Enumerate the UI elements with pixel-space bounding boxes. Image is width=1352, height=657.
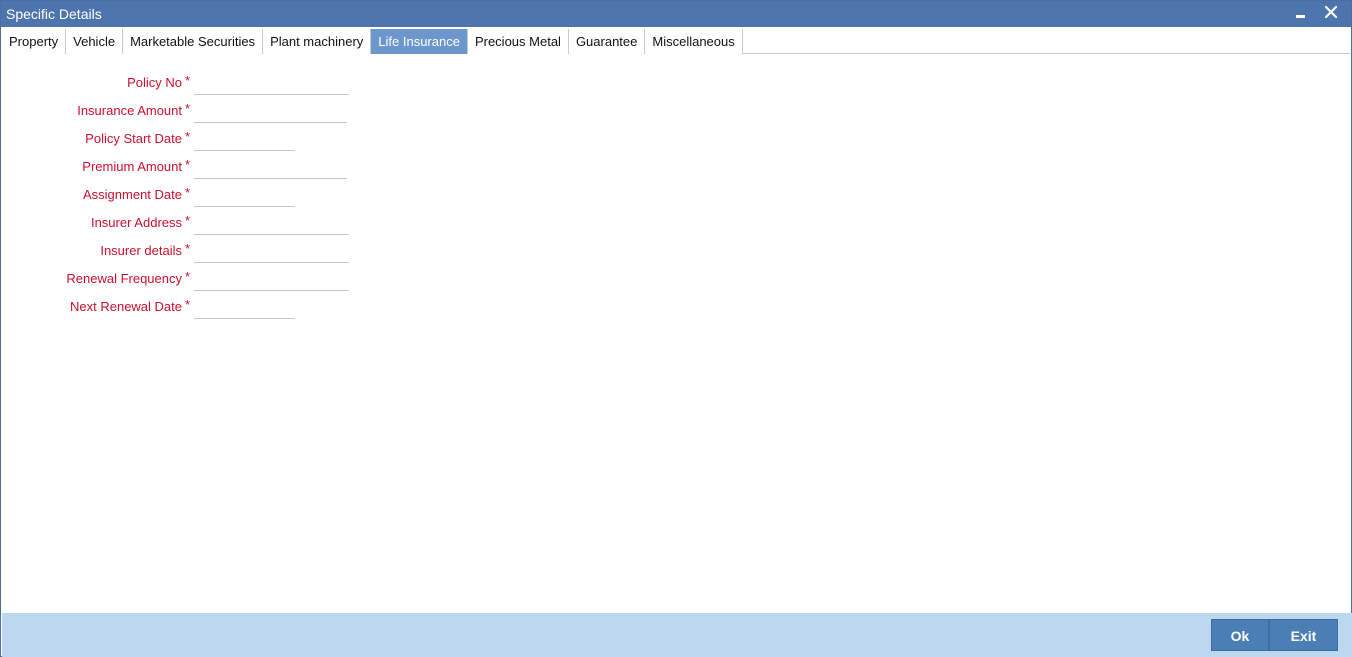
- tab-plant-machinery[interactable]: Plant machinery: [263, 29, 372, 54]
- form-row-insurance-amount: Insurance Amount *: [1, 97, 361, 125]
- required-marker: *: [185, 157, 191, 172]
- insurer-address-input[interactable]: [194, 211, 349, 235]
- ok-button[interactable]: Ok: [1211, 619, 1269, 651]
- tab-life-insurance[interactable]: Life Insurance: [371, 29, 468, 54]
- next-renewal-date-input[interactable]: [194, 295, 295, 319]
- assignment-date-label: Assignment Date: [83, 187, 182, 202]
- required-marker: *: [185, 269, 191, 284]
- required-marker: *: [185, 297, 191, 312]
- policy-no-label: Policy No: [127, 75, 182, 90]
- required-marker: *: [185, 185, 191, 200]
- form-row-assignment-date: Assignment Date *: [1, 181, 361, 209]
- insurer-details-input[interactable]: [194, 239, 349, 263]
- close-icon: [1325, 6, 1337, 18]
- form-row-insurer-address: Insurer Address *: [1, 209, 361, 237]
- required-marker: *: [185, 73, 191, 88]
- footer-bar: Ok Exit: [2, 613, 1352, 657]
- form-row-next-renewal-date: Next Renewal Date *: [1, 293, 361, 321]
- required-marker: *: [185, 241, 191, 256]
- insurer-details-label: Insurer details: [100, 243, 182, 258]
- tab-property[interactable]: Property: [2, 29, 67, 54]
- policy-no-input[interactable]: [194, 71, 349, 95]
- renewal-frequency-input[interactable]: [194, 267, 349, 291]
- insurer-address-label: Insurer Address: [90, 215, 182, 230]
- specific-details-window: Specific Details Property Vehicle Market…: [0, 0, 1352, 657]
- assignment-date-input[interactable]: [194, 183, 295, 207]
- minimize-icon: [1296, 15, 1305, 18]
- form-row-insurer-details: Insurer details *: [1, 237, 361, 265]
- tab-precious-metal[interactable]: Precious Metal: [467, 29, 569, 54]
- policy-start-date-input[interactable]: [194, 127, 295, 151]
- minimize-button[interactable]: [1289, 3, 1311, 23]
- required-marker: *: [185, 213, 191, 228]
- required-marker: *: [185, 129, 191, 144]
- tab-vehicle[interactable]: Vehicle: [66, 29, 124, 54]
- next-renewal-date-label: Next Renewal Date: [70, 299, 182, 314]
- premium-amount-input[interactable]: [194, 155, 347, 179]
- form-row-policy-start-date: Policy Start Date *: [1, 125, 361, 153]
- form-row-policy-no: Policy No *: [1, 69, 361, 97]
- policy-start-date-label: Policy Start Date: [85, 131, 182, 146]
- close-button[interactable]: [1320, 3, 1342, 23]
- insurance-amount-input[interactable]: [194, 99, 347, 123]
- tab-miscellaneous[interactable]: Miscellaneous: [645, 29, 743, 54]
- insurance-amount-label: Insurance Amount: [77, 103, 182, 118]
- required-marker: *: [185, 101, 191, 116]
- renewal-frequency-label: Renewal Frequency: [66, 271, 182, 286]
- exit-button[interactable]: Exit: [1269, 619, 1338, 651]
- form-row-renewal-frequency: Renewal Frequency *: [1, 265, 361, 293]
- premium-amount-label: Premium Amount: [82, 159, 182, 174]
- form-row-premium-amount: Premium Amount *: [1, 153, 361, 181]
- tab-marketable-securities[interactable]: Marketable Securities: [123, 29, 264, 54]
- window-title: Specific Details: [6, 6, 102, 22]
- tab-strip: Property Vehicle Marketable Securities P…: [2, 29, 1350, 54]
- tab-guarantee[interactable]: Guarantee: [568, 29, 646, 54]
- title-bar: Specific Details: [1, 1, 1351, 27]
